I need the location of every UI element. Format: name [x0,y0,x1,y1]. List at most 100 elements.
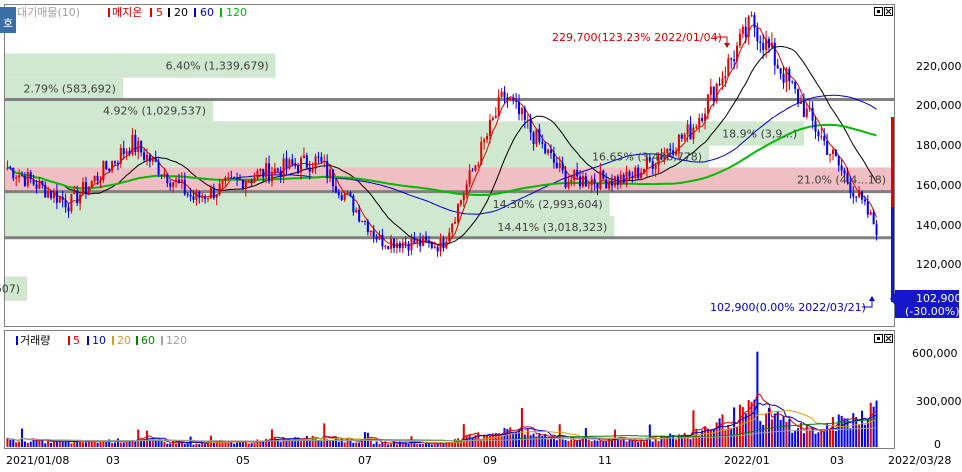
candle-body [680,134,683,139]
current-change: (-30.00%) [905,305,960,318]
candle-body [35,184,38,189]
candle-body [381,234,384,247]
candle-body [762,42,765,50]
candle-body [747,16,750,37]
legend-swatch [87,336,89,345]
candle-body [323,161,326,163]
candle-body [413,238,416,244]
volume-profile-label: 14.41% (3,018,323) [497,221,607,234]
candle-body [273,168,276,174]
volume-bar [419,443,422,447]
candle-body [599,170,602,189]
candle-body [526,119,529,121]
volume-bar [12,439,15,447]
volume-bar [422,443,425,447]
candle-body [602,170,605,180]
volume-bar [279,442,282,447]
volume-bar [657,441,660,447]
candle-body [561,163,564,171]
candle-body [564,170,567,188]
candle-body [204,196,207,199]
volume-bar [116,438,119,447]
volume-profile-label: 2.79% (583,692) [23,83,116,96]
candle-body [265,163,268,178]
candle-body [532,132,535,145]
volume-bar [52,441,55,447]
candle-body [125,151,128,154]
candle-body [494,115,497,118]
candle-body [500,91,503,98]
candle-body [782,73,785,83]
candle-body [369,230,372,233]
candle-body [741,26,744,34]
candle-body [230,177,233,179]
candle-body [44,184,47,198]
candle-body [198,191,201,198]
volume-bar [175,443,178,447]
volume-bar [282,438,285,447]
candle-body [128,151,131,155]
volume-bar [462,424,465,447]
candle-body [227,177,230,179]
volume-bar [6,438,9,447]
volume-profile-label: 18.9% (3,9...) [722,127,797,140]
candle-body [436,246,439,252]
volume-bar [58,441,61,447]
candle-body [613,176,616,186]
candle-body [837,156,840,166]
legend-vma-5: 5 [73,334,80,347]
candle-body [422,236,425,246]
candle-body [393,239,396,249]
candle-body [119,148,122,164]
candle-body [15,177,18,179]
candle-body [398,243,401,249]
legend-vma-10: 10 [92,334,106,347]
stock-chart-window: 6.40% (1,339,679) 2.79% (583,692) 4.92% (1… [0,0,962,468]
volume-bar [204,444,207,447]
volume-bar [837,414,840,447]
volume-bar [128,441,131,447]
price-axis: 220,000 200,000 180,000 160,000 140,000 … [916,60,962,271]
candle-body [349,192,352,196]
candle-body [404,242,407,244]
candle-body [590,179,593,186]
volume-bar [329,440,332,447]
candle-body [709,86,712,95]
candle-body [154,156,157,162]
candle-body [581,176,584,187]
candle-body [637,167,640,179]
volume-tick: 600,000 [912,347,958,360]
candle-body [314,156,317,169]
candle-body [250,180,253,182]
volume-profile-label: 6.40% (1,339,679) [166,60,269,73]
volume-bar [855,417,858,447]
candle-body [137,141,140,153]
volume-bar [233,443,236,447]
candle-body [576,170,579,177]
candle-body [108,168,111,171]
volume-bar [390,443,393,447]
candle-body [285,158,288,169]
date-label: 03 [830,454,844,467]
legend-ma-20: 20 [174,6,188,19]
price-edge-indicator [891,207,894,302]
candle-body [529,119,532,133]
candle-body [236,178,239,180]
candle-body [808,107,811,109]
volume-bar [180,442,183,447]
candle-body [331,169,335,187]
candle-body [276,168,279,171]
chart-canvas[interactable]: 6.40% (1,339,679) 2.79% (583,692) 4.92% (1… [0,0,962,468]
volume-bar [285,440,288,447]
volume-bar [669,433,672,447]
candle-body [860,191,864,200]
candle-body [779,68,782,74]
candle-body [395,243,398,249]
volume-bar [794,430,797,447]
legend-swatch [16,336,18,345]
candle-body [555,162,558,168]
volume-bar [413,443,416,447]
volume-bar [404,443,407,447]
volume-bar [169,443,172,447]
candle-body [6,167,9,169]
